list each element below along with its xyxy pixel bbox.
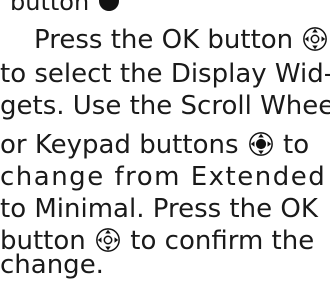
top-fragment: button <box>0 0 330 20</box>
line-5: change from Extended <box>0 159 330 195</box>
line-3: gets. Use the Scroll Wheel <box>0 88 330 124</box>
line-2: to select the Display Wid- <box>0 56 330 92</box>
line-3-text: gets. Use the Scroll Wheel <box>0 91 330 121</box>
line-6: to Minimal. Press the OK <box>0 191 330 227</box>
top-fragment-text: button <box>10 0 90 16</box>
line-5-text: change from Extended <box>0 162 327 192</box>
filled-dot-icon <box>97 0 121 11</box>
line-4-text-end: to <box>283 130 310 160</box>
line-8-text: change. <box>0 250 104 280</box>
ok-button-icon <box>301 26 329 52</box>
line-1-text: Press the OK button <box>34 25 294 55</box>
line-6-text: to Minimal. Press the OK <box>0 194 318 224</box>
line-4: or Keypad buttons to <box>0 127 330 163</box>
line-4-text: or Keypad buttons <box>0 130 239 160</box>
line-1: Press the OK button <box>34 22 330 58</box>
line-2-text: to select the Display Wid- <box>0 59 330 89</box>
line-8: change. <box>0 247 330 283</box>
scroll-wheel-icon <box>247 131 275 157</box>
instruction-page: button Press the OK button to select the… <box>0 0 330 280</box>
